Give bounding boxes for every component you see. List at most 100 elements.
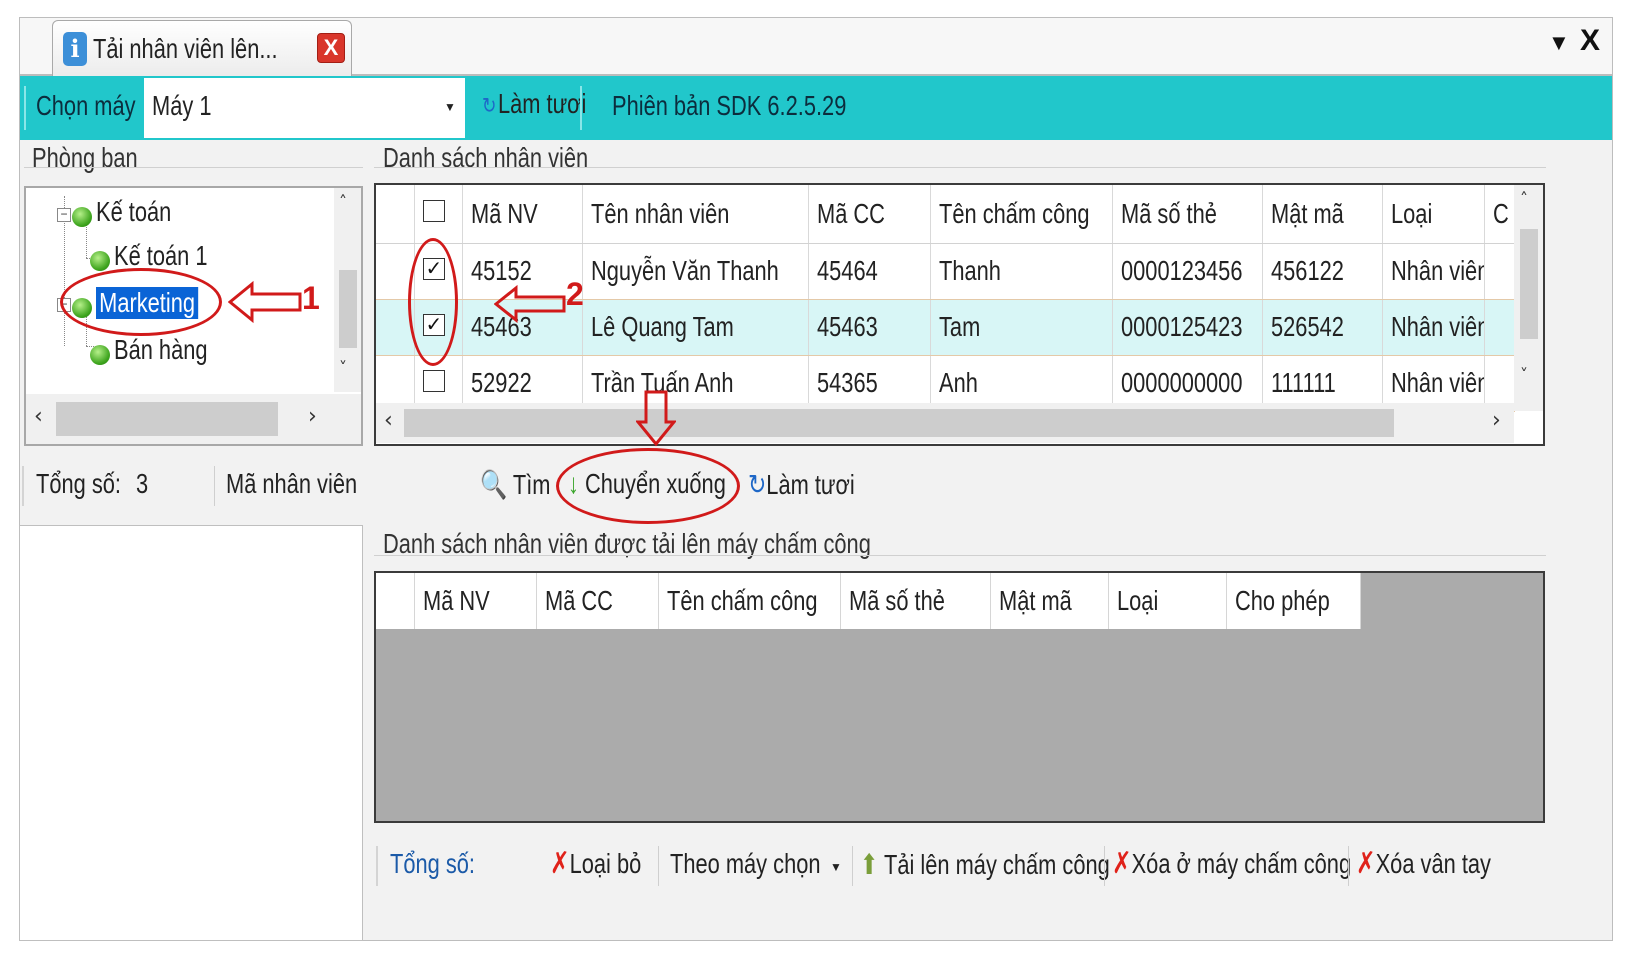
select-all-checkbox[interactable]: [422, 200, 445, 223]
red-x-icon: ✗: [1356, 846, 1376, 881]
pin-icon[interactable]: ▼: [1548, 30, 1570, 56]
info-icon: i: [63, 32, 87, 66]
delete-machine-label: Xóa ở máy chấm công: [1131, 848, 1352, 879]
column-header[interactable]: Mã NV: [414, 573, 537, 629]
annotation-arrow-down-icon: [636, 390, 676, 447]
dropdown-arrow-icon[interactable]: ▼: [830, 860, 842, 874]
refresh-button[interactable]: ↻Làm tươi: [482, 88, 616, 120]
separator: [1104, 846, 1105, 886]
refresh-list-label: Làm tươi: [766, 469, 855, 500]
annotation-number-1: 1: [302, 280, 320, 316]
tree-item-label: Kế toán: [96, 196, 172, 227]
scroll-thumb[interactable]: [1520, 229, 1538, 339]
annotation-ellipse-checkboxes: [408, 238, 458, 366]
scroll-up-icon[interactable]: ˄: [339, 192, 347, 211]
search-icon: 🔍: [480, 468, 508, 501]
column-header[interactable]: Mã CC: [808, 185, 931, 244]
annotation-ellipse-move-down: [556, 448, 740, 524]
employee-code-input[interactable]: [360, 466, 480, 506]
upload-bag-icon: ⬆: [860, 849, 879, 880]
toolbar-grip: [376, 846, 378, 886]
scroll-right-icon[interactable]: ›: [1492, 408, 1501, 433]
toolbar: Chọn máy Máy 1 ▼ ↻Làm tươi Phiên bản SDK…: [20, 76, 1612, 140]
find-label: Tìm: [512, 469, 551, 500]
red-x-icon: ✗: [1112, 846, 1132, 881]
scroll-thumb[interactable]: [339, 270, 357, 348]
annotation-number-2: 2: [566, 276, 584, 312]
collapse-icon[interactable]: −: [57, 208, 71, 222]
refresh-icon: ↻: [482, 93, 497, 118]
delete-fingerprint-label: Xóa vân tay: [1375, 848, 1491, 879]
dropdown-arrow-icon[interactable]: ▼: [444, 100, 456, 114]
machine-select-value: Máy 1: [152, 90, 212, 121]
tree-item-ke-toan[interactable]: Kế toán: [72, 196, 193, 228]
grid-vertical-scrollbar[interactable]: ˄ ˅: [1514, 185, 1543, 411]
toolbar-grip: [24, 86, 26, 130]
tree-item-label: Kế toán 1: [114, 240, 208, 271]
scroll-thumb[interactable]: [404, 409, 1394, 437]
document-tab[interactable]: i Tải nhân viên lên... X: [52, 20, 352, 76]
employee-code-label: Mã nhân viên: [226, 468, 358, 499]
upload-label: Tải lên máy chấm công: [883, 849, 1110, 880]
column-header[interactable]: Loại: [1382, 185, 1485, 244]
separator: [214, 466, 215, 506]
scroll-down-icon[interactable]: ˅: [1520, 365, 1528, 384]
scroll-thumb[interactable]: [56, 402, 278, 436]
choose-machine-label: Chọn máy: [36, 90, 136, 121]
red-x-icon: ✗: [550, 846, 570, 881]
column-header[interactable]: Mã số thẻ: [1112, 185, 1263, 244]
remove-button[interactable]: ✗Loại bỏ: [550, 846, 667, 881]
filter-bar: Tổng số: 3 Mã nhân viên 🔍 Tìm ↓ Chuyển x…: [20, 458, 1612, 514]
status-dot-icon: [90, 250, 110, 271]
window-close-icon[interactable]: X: [1580, 24, 1600, 58]
tree-item-ban-hang[interactable]: Bán hàng: [90, 334, 234, 366]
tree-vertical-scrollbar[interactable]: ˄ ˅: [334, 188, 361, 392]
annotation-arrow-left-icon: [494, 284, 566, 324]
mode-select[interactable]: Theo máy chọn ▼: [670, 848, 846, 888]
department-group-title: Phòng ban: [32, 142, 138, 173]
bottom-action-bar: Tổng số: ✗Loại bỏ Theo máy chọn ▼ ⬆ Tải …: [374, 834, 1545, 898]
scroll-up-icon[interactable]: ˄: [1520, 189, 1528, 208]
employee-list-title: Danh sách nhân viên: [383, 142, 589, 173]
column-header[interactable]: Tên chấm công: [930, 185, 1113, 244]
upload-grid: Mã NV Mã CC Tên chấm công Mã số thẻ Mật …: [374, 571, 1545, 823]
scroll-left-icon[interactable]: ‹: [34, 404, 43, 429]
tree-item-ke-toan-1[interactable]: Kế toán 1: [90, 240, 234, 272]
separator: [852, 846, 853, 886]
column-header[interactable]: Mã CC: [536, 573, 659, 629]
column-header[interactable]: Mã số thẻ: [840, 573, 991, 629]
column-header[interactable]: Mã NV: [462, 185, 583, 244]
annotation-arrow-left-icon: [228, 280, 302, 324]
tree-horizontal-scrollbar[interactable]: ‹ ›: [26, 394, 361, 444]
toolbar-separator: [580, 86, 582, 130]
column-header[interactable]: Loại: [1108, 573, 1227, 629]
scroll-right-icon[interactable]: ›: [308, 404, 317, 429]
column-header[interactable]: Tên chấm công: [658, 573, 841, 629]
group-divider: [374, 167, 1546, 168]
sdk-version-label: Phiên bản SDK 6.2.5.29: [612, 90, 847, 121]
column-header[interactable]: Cho phép: [1226, 573, 1361, 629]
upload-total-label: Tổng số:: [390, 848, 475, 879]
grid-horizontal-scrollbar[interactable]: ‹ ›: [376, 403, 1514, 443]
delete-fingerprint-button[interactable]: ✗Xóa vân tay: [1356, 846, 1529, 881]
grid-header-row: Mã NV Tên nhân viên Mã CC Tên chấm công …: [376, 185, 1515, 244]
row-header-cell: [376, 185, 415, 244]
column-header[interactable]: Tên nhân viên: [582, 185, 809, 244]
refresh-list-button[interactable]: ↻Làm tươi: [748, 468, 885, 501]
select-all-cell[interactable]: [414, 185, 463, 244]
separator: [1348, 846, 1349, 886]
column-header[interactable]: C: [1484, 185, 1515, 244]
row-checkbox[interactable]: [422, 369, 445, 392]
remove-label: Loại bỏ: [569, 848, 642, 879]
group-divider: [24, 167, 363, 168]
column-header[interactable]: Mật mã: [1262, 185, 1383, 244]
refresh-label: Làm tươi: [497, 88, 587, 119]
total-label: Tổng số:: [36, 468, 121, 499]
scroll-down-icon[interactable]: ˅: [339, 358, 347, 377]
row-header-cell: [376, 573, 415, 629]
tab-close-icon[interactable]: X: [317, 33, 345, 63]
status-dot-icon: [90, 344, 110, 365]
machine-select[interactable]: Máy 1 ▼: [144, 78, 465, 138]
column-header[interactable]: Mật mã: [990, 573, 1109, 629]
scroll-left-icon[interactable]: ‹: [384, 408, 393, 433]
